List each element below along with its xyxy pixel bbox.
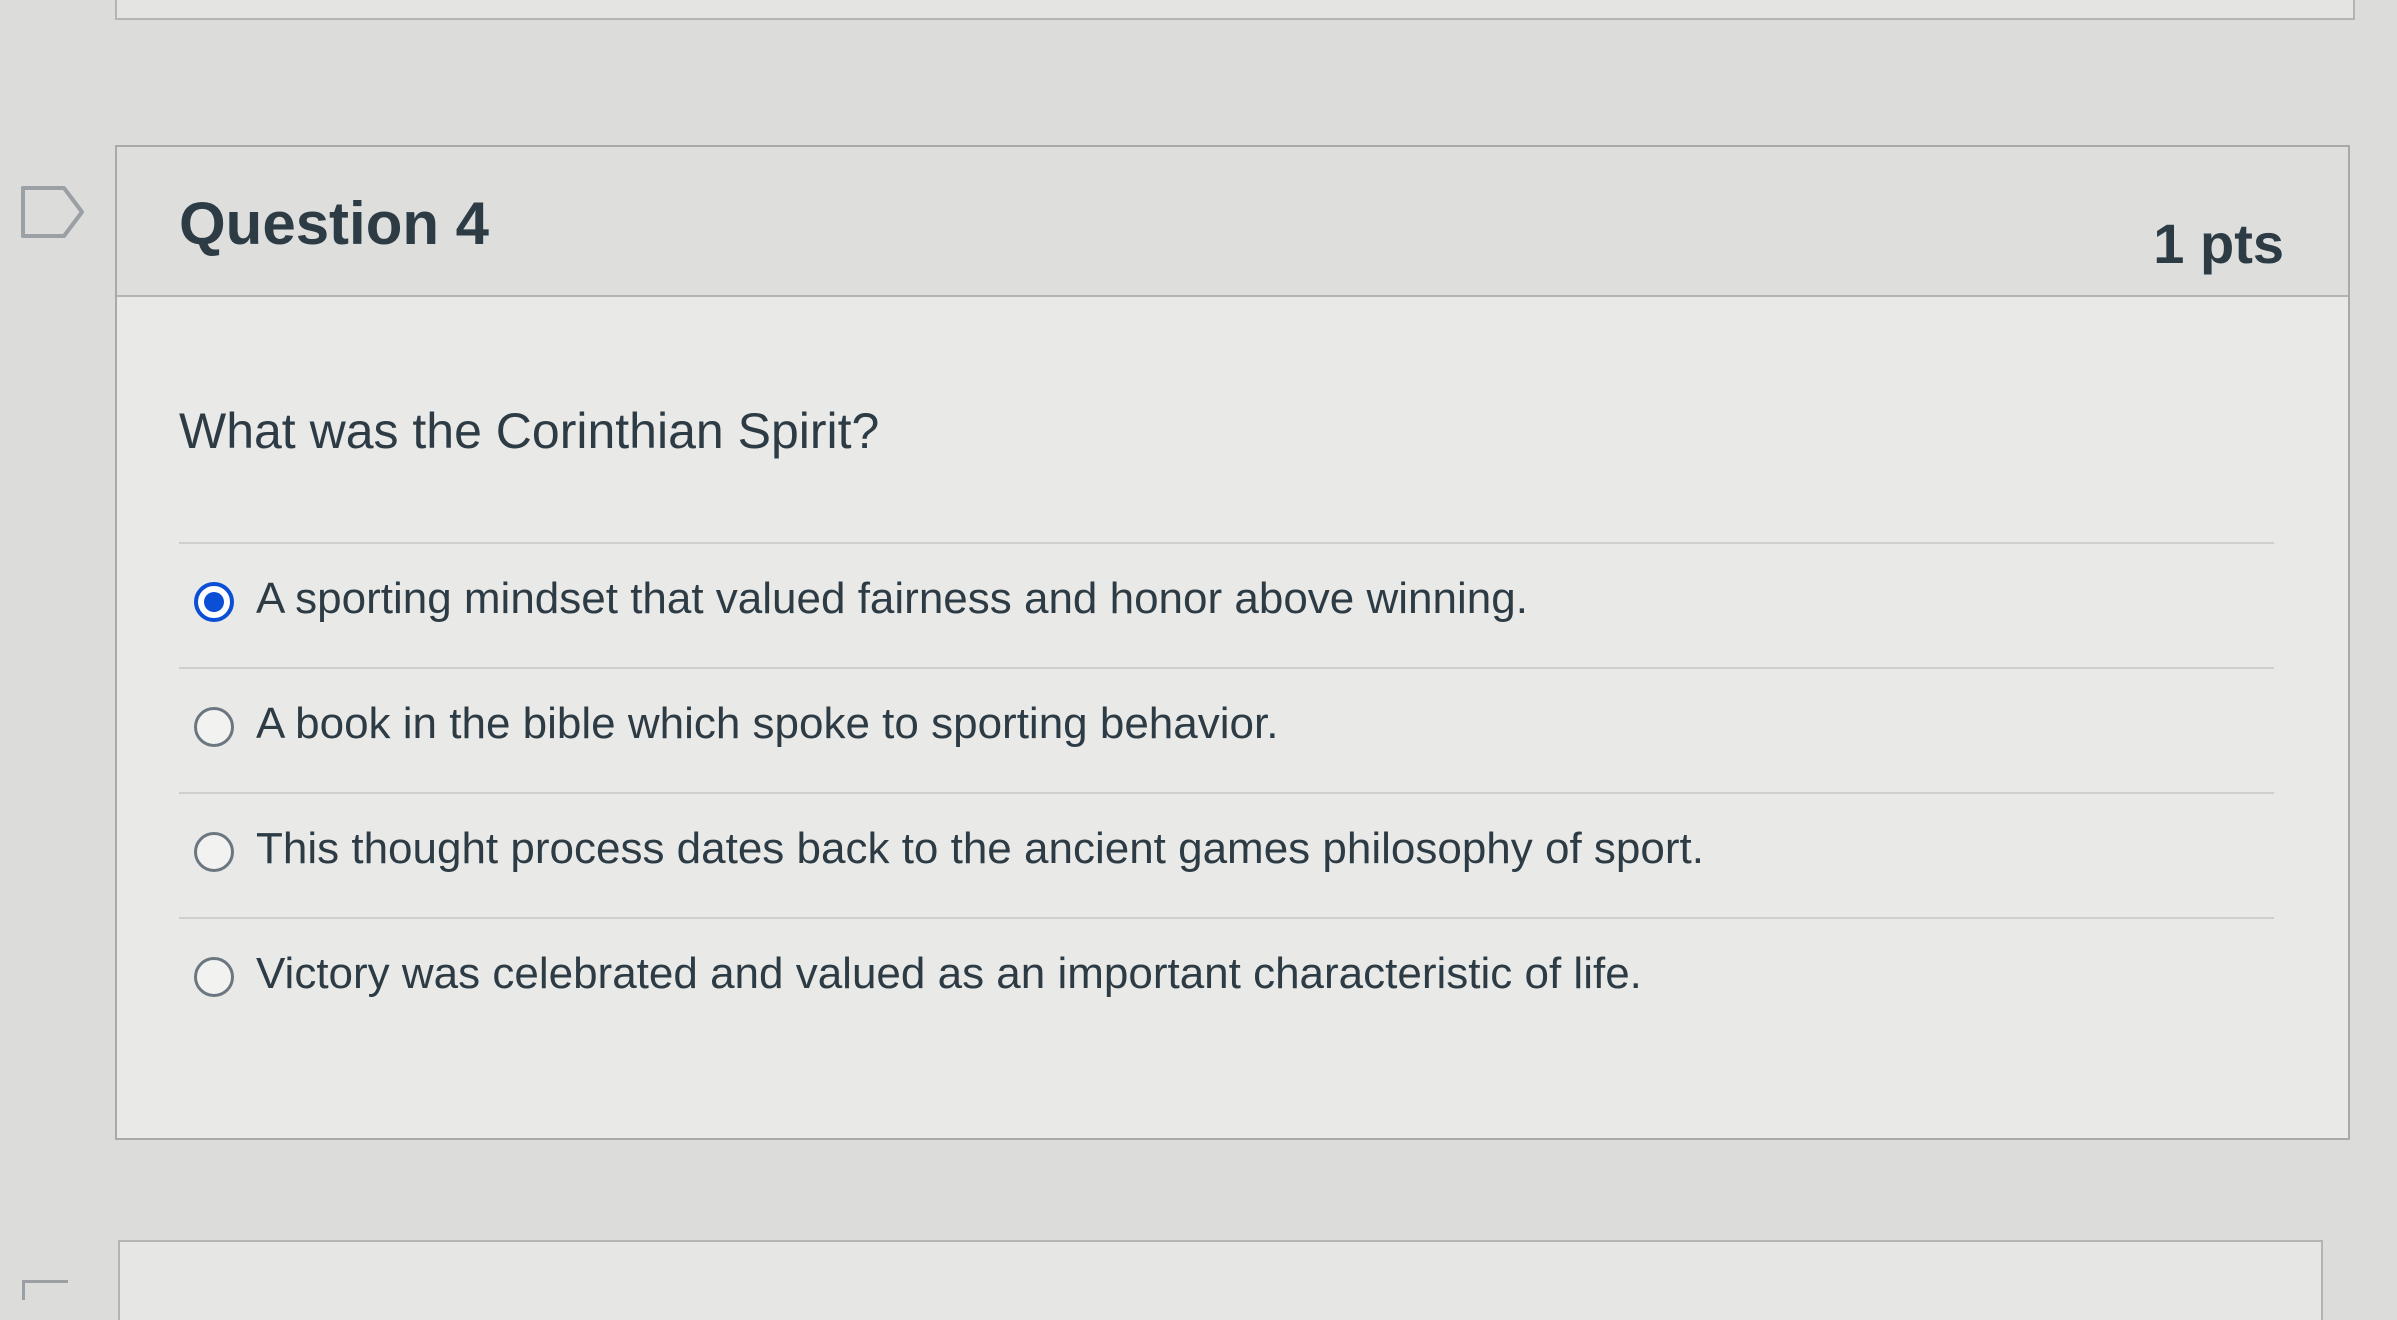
answer-label-2[interactable]: A book in the bible which spoke to sport… xyxy=(256,699,1278,749)
question-title: Question 4 xyxy=(179,190,490,257)
flag-bookmark-icon[interactable] xyxy=(20,185,86,239)
answer-option-3[interactable]: This thought process dates back to the a… xyxy=(179,792,2274,917)
answer-radio-1[interactable] xyxy=(194,582,234,622)
answer-label-3[interactable]: This thought process dates back to the a… xyxy=(256,824,1704,874)
next-flag-icon[interactable] xyxy=(22,1280,68,1300)
question-text: What was the Corinthian Spirit? xyxy=(179,403,880,459)
previous-question-card xyxy=(115,0,2355,20)
answer-radio-4[interactable] xyxy=(194,957,234,997)
question-card: Question 4 1 pts What was the Corinthian… xyxy=(115,145,2350,1140)
answer-radio-2[interactable] xyxy=(194,707,234,747)
answer-option-1[interactable]: A sporting mindset that valued fairness … xyxy=(179,542,2274,667)
answer-list: A sporting mindset that valued fairness … xyxy=(179,542,2274,1042)
answer-label-1[interactable]: A sporting mindset that valued fairness … xyxy=(256,574,1528,624)
answer-option-4[interactable]: Victory was celebrated and valued as an … xyxy=(179,917,2274,1042)
answer-radio-3[interactable] xyxy=(194,832,234,872)
question-points: 1 pts xyxy=(2153,212,2284,275)
question-header: Question 4 1 pts xyxy=(117,147,2348,297)
next-question-card xyxy=(118,1240,2323,1320)
answer-option-2[interactable]: A book in the bible which spoke to sport… xyxy=(179,667,2274,792)
answer-label-4[interactable]: Victory was celebrated and valued as an … xyxy=(256,949,1642,999)
